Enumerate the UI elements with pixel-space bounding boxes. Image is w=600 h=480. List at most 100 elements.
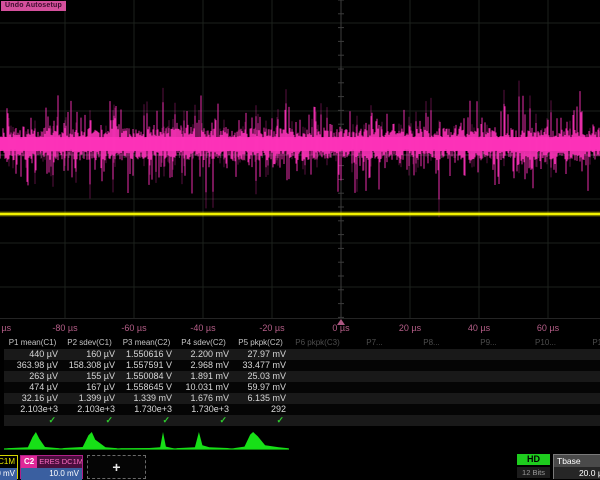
time-axis-label: -80 µs [52, 323, 77, 333]
measurement-header[interactable]: P6 pkpk(C3) [289, 336, 346, 349]
measurement-value: 1.730e+3 [118, 404, 175, 415]
measurement-value [460, 404, 517, 415]
measurement-value [346, 382, 403, 393]
status-row: ✓✓✓✓✓ [4, 415, 600, 426]
measurement-header[interactable]: P8... [403, 336, 460, 349]
table-row: 32.16 µV1.399 µV1.339 mV1.676 mV6.135 mV [4, 393, 600, 404]
c1-vdiv-value: 10.0 mV [0, 468, 17, 480]
descriptor-strip: C1 DC1M 10.0 mV C2 ERES DC1M 10.0 mV + H… [0, 454, 600, 480]
table-row: 363.98 µV158.308 µV1.557591 V2.968 mV33.… [4, 360, 600, 371]
time-axis-label: -40 µs [190, 323, 215, 333]
measurement-value [574, 360, 600, 371]
measurement-header[interactable]: P4 sdev(C2) [175, 336, 232, 349]
time-axis: -100 µs-80 µs-60 µs-40 µs-20 µs0 µs20 µs… [0, 318, 600, 336]
measurement-header[interactable]: P11... [574, 336, 600, 349]
c2-noise-trace [0, 81, 600, 218]
measurement-value: 167 µV [61, 382, 118, 393]
measurement-value [517, 360, 574, 371]
measurement-value: 1.676 mV [175, 393, 232, 404]
time-axis-label: 40 µs [468, 323, 490, 333]
measurement-value: 1.558645 V [118, 382, 175, 393]
channel-c2-descriptor[interactable]: C2 ERES DC1M 10.0 mV [20, 455, 83, 479]
hd-mode-badge[interactable]: HD [517, 454, 550, 465]
hd-bits-label: 12 Bits [517, 467, 550, 478]
measurement-value [460, 349, 517, 360]
timebase-descriptor[interactable]: Tbase 20.0 µs [553, 454, 600, 479]
measurement-value: 2.103e+3 [4, 404, 61, 415]
measurement-value [460, 393, 517, 404]
measurement-value [574, 382, 600, 393]
measurement-value: 474 µV [4, 382, 61, 393]
measurement-value: 33.477 mV [232, 360, 289, 371]
c2-coupling-label: ERES DC1M [37, 456, 82, 468]
status-check-icon [574, 415, 600, 426]
graticule [0, 0, 600, 318]
measurement-header[interactable]: P9... [460, 336, 517, 349]
measurement-value: 1.550616 V [118, 349, 175, 360]
measurement-value [460, 382, 517, 393]
table-row: 263 µV155 µV1.550084 V1.891 mV25.03 mV [4, 371, 600, 382]
histicon [175, 428, 232, 452]
table-row: 474 µV167 µV1.558645 V10.031 mV59.97 mV [4, 382, 600, 393]
histicon [61, 428, 118, 452]
measurement-value: 158.308 µV [61, 360, 118, 371]
channel-c1-descriptor[interactable]: C1 DC1M 10.0 mV [0, 455, 18, 479]
measurement-value [517, 404, 574, 415]
measurement-header[interactable]: P2 sdev(C1) [61, 336, 118, 349]
time-axis-label: -60 µs [121, 323, 146, 333]
measurement-table: P1 mean(C1)P2 sdev(C1)P3 mean(C2)P4 sdev… [4, 336, 600, 426]
measurement-value [574, 393, 600, 404]
add-channel-button[interactable]: + [87, 455, 146, 479]
status-check-icon: ✓ [4, 415, 61, 426]
status-check-icon: ✓ [118, 415, 175, 426]
measurement-value [346, 404, 403, 415]
status-check-icon: ✓ [175, 415, 232, 426]
measurement-value [460, 360, 517, 371]
undo-autosetup-button[interactable]: Undo Autosetup [1, 1, 66, 11]
time-axis-label: -20 µs [259, 323, 284, 333]
timebase-label: Tbase [554, 455, 600, 467]
status-check-icon [517, 415, 574, 426]
measurement-value: 160 µV [61, 349, 118, 360]
measurement-value: 1.550084 V [118, 371, 175, 382]
measurement-header[interactable]: P10... [517, 336, 574, 349]
measurement-value [517, 349, 574, 360]
measurement-value [403, 360, 460, 371]
measurement-value [574, 404, 600, 415]
measurement-value: 292 [232, 404, 289, 415]
measurement-value [289, 349, 346, 360]
measurement-value: 1.399 µV [61, 393, 118, 404]
measurement-value: 440 µV [4, 349, 61, 360]
status-check-icon [403, 415, 460, 426]
histicon-row [4, 428, 600, 452]
status-check-icon [289, 415, 346, 426]
measurement-value: 2.103e+3 [61, 404, 118, 415]
table-row: 440 µV160 µV1.550616 V2.200 mV27.97 mV [4, 349, 600, 360]
measurement-value [289, 404, 346, 415]
measurement-value [346, 393, 403, 404]
measurement-header[interactable]: P3 mean(C2) [118, 336, 175, 349]
measurement-header[interactable]: P1 mean(C1) [4, 336, 61, 349]
measurement-value [574, 371, 600, 382]
measurement-header[interactable]: P5 pkpk(C2) [232, 336, 289, 349]
measurement-value [460, 371, 517, 382]
measurement-header[interactable]: P7... [346, 336, 403, 349]
measurement-value: 1.339 mV [118, 393, 175, 404]
measurement-value [517, 393, 574, 404]
timebase-value: 20.0 µs [554, 467, 600, 479]
histicon [118, 428, 175, 452]
measurement-value: 6.135 mV [232, 393, 289, 404]
measurement-value [403, 349, 460, 360]
status-check-icon: ✓ [61, 415, 118, 426]
measurement-value [403, 382, 460, 393]
time-axis-label: 60 µs [537, 323, 559, 333]
measurement-value: 25.03 mV [232, 371, 289, 382]
measurement-value [346, 371, 403, 382]
measurement-value [517, 371, 574, 382]
measurement-value [403, 371, 460, 382]
measurement-value: 10.031 mV [175, 382, 232, 393]
histicon [232, 428, 289, 452]
measurement-value [289, 393, 346, 404]
status-check-icon [346, 415, 403, 426]
measurement-value [289, 382, 346, 393]
